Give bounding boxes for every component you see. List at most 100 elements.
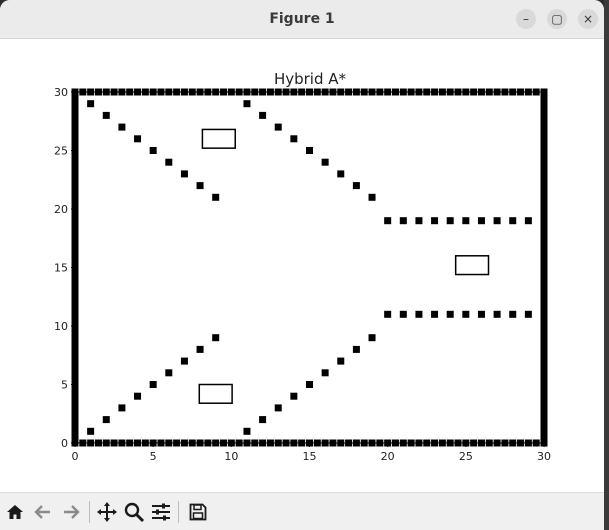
boundary-point [407,439,415,447]
maximize-button[interactable]: ▢ [547,9,567,29]
boundary-point [126,439,134,447]
obstacle-point [415,310,423,318]
save-icon[interactable] [187,501,209,523]
boundary-point [235,88,243,96]
minimize-button[interactable]: – [516,9,536,29]
boundary-point [329,439,337,447]
y-tick-label: 10 [54,320,68,333]
y-tick-label: 25 [54,145,68,158]
boundary-point [274,439,282,447]
home-icon[interactable] [4,501,26,523]
obstacle-point [118,404,126,412]
obstacle-point [415,217,423,225]
boundary-point [118,88,126,96]
figure-canvas[interactable]: Hybrid A* 0 5 10 15 20 25 30 0 5 10 15 20 25 30 [0,39,604,492]
obstacle-point [87,427,95,435]
boundary-point [360,439,368,447]
boundary-point [157,439,165,447]
obstacle-point [212,193,220,201]
boundary-point [368,439,376,447]
obstacle-point [524,217,532,225]
obstacle-point [477,217,485,225]
y-tick-label: 30 [54,86,68,99]
boundary-point [313,439,321,447]
y-tick-label: 20 [54,203,68,216]
obstacle-point [321,369,329,377]
configure-subplots-icon[interactable] [150,501,172,523]
boundary-point [102,439,110,447]
boundary-point [227,88,235,96]
boundary-point [493,439,501,447]
obstacle-point [321,158,329,166]
boundary-point [71,94,79,102]
obstacle-point [212,334,220,342]
x-tick-label: 10 [224,450,238,463]
obstacle-point [180,357,188,365]
boundary-point [87,88,95,96]
boundary-point [204,439,212,447]
boundary-point [485,439,493,447]
forward-arrow-icon[interactable] [60,501,82,523]
obstacle-point [352,182,360,190]
boundary-point [391,439,399,447]
boundary-point [251,88,259,96]
obstacle-point [446,310,454,318]
boundary-point [180,88,188,96]
x-tick-label: 25 [459,450,473,463]
boundary-point [399,439,407,447]
zoom-icon[interactable] [123,501,145,523]
boundary-point [110,439,118,447]
back-arrow-icon[interactable] [32,501,54,523]
obstacle-point [352,345,360,353]
boundary-point [173,439,181,447]
boundary-point [509,439,517,447]
y-tick-label: 15 [54,262,68,275]
plot-svg: Hybrid A* 0 5 10 15 20 25 30 0 5 10 15 20 25 30 [54,70,551,463]
toolbar-separator [89,501,90,523]
boundary-point [329,88,337,96]
boundary-point [446,439,454,447]
title-bar[interactable]: Figure 1 – ▢ × [0,0,604,39]
obstacle-point [243,427,251,435]
boundary-point [485,88,493,96]
boundary-point [220,439,228,447]
boundary-point [134,439,142,447]
obstacle-point [306,381,313,388]
boundary-point [149,88,157,96]
obstacle-point [368,334,376,342]
boundary-point [79,88,87,96]
obstacle-point [337,357,345,365]
obstacle-point [306,147,313,154]
boundary-point [149,439,157,447]
obstacle-point [134,135,142,143]
obstacle-point [477,310,485,318]
boundary-point [345,88,353,96]
boundary-point [118,439,126,447]
boundary-point [196,439,204,447]
obstacle-point [180,170,188,178]
boundary-point [423,88,431,96]
boundary-point [282,88,290,96]
boundary-point [110,88,118,96]
boundary-point [102,88,110,96]
obstacle-point [290,392,298,400]
boundary-point [188,439,196,447]
close-button[interactable]: × [578,9,598,29]
vehicle-footprint [454,255,490,276]
boundary-point [454,88,462,96]
boundary-point [243,88,251,96]
boundary-point [384,88,392,96]
boundary-point [391,88,399,96]
boundary-point [321,439,329,447]
pan-icon[interactable] [96,501,118,523]
boundary-point [259,439,267,447]
boundary-point [431,439,439,447]
boundary-point [345,439,353,447]
plot-title: Hybrid A* [274,70,347,88]
boundary-point [532,439,540,447]
boundary-point [501,439,509,447]
boundary-point [376,439,384,447]
vehicle-footprint [198,383,233,404]
vehicle-footprint [201,128,236,149]
obstacle-point [165,158,173,166]
